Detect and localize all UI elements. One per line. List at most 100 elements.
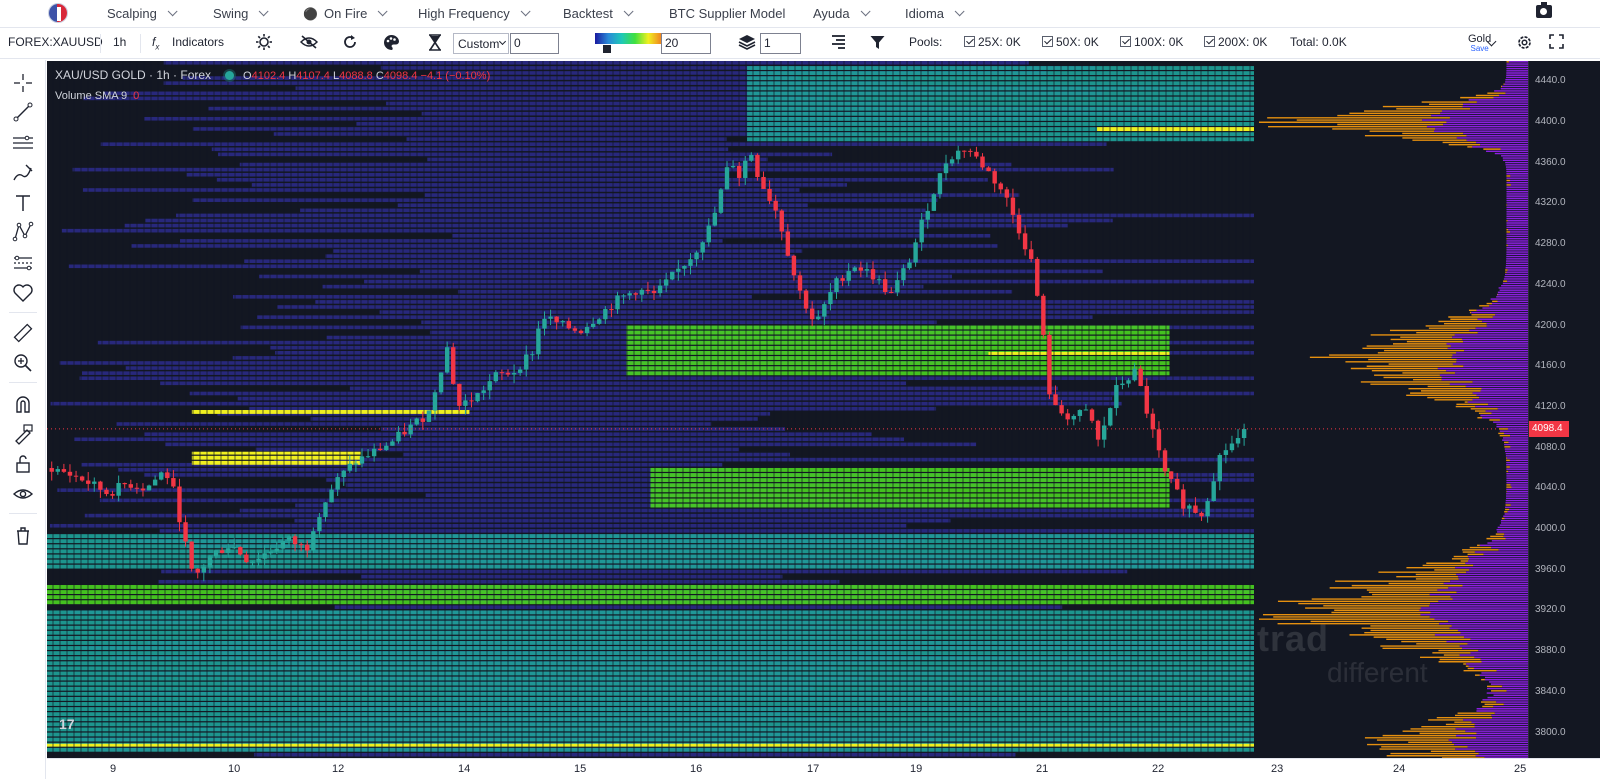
gear-icon[interactable] [1516, 34, 1533, 54]
candle-body [864, 269, 870, 271]
candle-body [152, 479, 158, 486]
pattern-icon[interactable] [12, 221, 34, 243]
menu-ayuda[interactable]: Ayuda [813, 6, 871, 21]
close-label: C [375, 70, 384, 82]
volume-legend[interactable]: Volume SMA 9 0 [55, 90, 139, 102]
time-tick-label: 25 [1514, 763, 1527, 775]
interval-button[interactable]: 1h [113, 35, 126, 49]
candle-body [86, 480, 91, 484]
indicators-button[interactable]: Indicators [172, 35, 224, 49]
candle-body [280, 541, 286, 549]
candle-body [116, 483, 121, 496]
palette-icon[interactable] [383, 34, 400, 54]
horizontal-lines-icon[interactable] [12, 132, 34, 154]
heatmap-band [650, 493, 1170, 498]
time-axis[interactable]: 9 10 12 14 15 16 17 19 21 22 23 24 25 [47, 758, 1600, 779]
candle-body [451, 347, 456, 384]
candle-body [1028, 249, 1034, 259]
candle-body [603, 309, 608, 320]
candle-body [426, 410, 432, 422]
price-tick-label: 4160.0 [1535, 360, 1566, 372]
candle-body [1199, 512, 1204, 517]
candle-body [1156, 429, 1162, 451]
candle-body [712, 212, 718, 226]
heatmap-row [232, 295, 752, 299]
hourglass-icon[interactable] [428, 34, 442, 54]
menu-on-fire[interactable]: ⚫ On Fire [303, 6, 388, 21]
heatmap-band [191, 455, 361, 460]
heart-icon[interactable] [12, 282, 34, 304]
pool-25x-checkbox[interactable]: 25X: 0K [964, 35, 1021, 49]
candle-body [396, 431, 401, 442]
preset-value-input[interactable]: 0 [510, 33, 559, 54]
heatmap-band [1097, 127, 1254, 132]
price-axis[interactable]: 4440.0 4400.0 4360.0 4320.0 4280.0 4240.0 4200… [1528, 61, 1600, 758]
pool-200x-checkbox[interactable]: 200X: 0K [1204, 35, 1267, 49]
candle-body [688, 259, 693, 266]
gradient-value-stepper[interactable]: 20 [661, 33, 711, 54]
pool-50x-checkbox[interactable]: 50X: 0K [1042, 35, 1099, 49]
function-icon: fx [152, 35, 160, 52]
candle-body [615, 295, 620, 310]
fullscreen-icon[interactable] [1549, 34, 1564, 52]
layers-icon[interactable] [738, 34, 756, 54]
hide-eye-icon[interactable] [299, 34, 319, 53]
forecast-icon[interactable] [12, 252, 34, 274]
filter-icon[interactable] [870, 35, 885, 53]
candle-body [590, 323, 596, 328]
candle-body [511, 372, 517, 375]
heatmap-row [186, 172, 726, 177]
chart-canvas[interactable]: XAU/USD GOLD · 1h · Forex O4102.4 H4107.4… [47, 61, 1528, 758]
menu-btc-supplier-model[interactable]: BTC Supplier Model [669, 6, 785, 21]
candle-body [943, 163, 949, 174]
heatmap-row [50, 401, 1122, 406]
camera-icon[interactable] [1536, 2, 1552, 18]
candle-body [578, 330, 584, 334]
candle-body [140, 488, 146, 491]
zoom-in-icon[interactable] [12, 352, 34, 374]
pool-100x-checkbox[interactable]: 100X: 0K [1120, 35, 1183, 49]
ruler-icon[interactable] [12, 322, 34, 344]
time-tick-label: 19 [910, 763, 923, 775]
tool-divider [9, 312, 37, 313]
candle-body [560, 321, 565, 323]
trend-line-icon[interactable] [12, 101, 34, 123]
lock-icon[interactable] [12, 453, 34, 475]
preset-select[interactable]: Custom [453, 33, 509, 54]
heatmap-row [315, 300, 1254, 304]
menu-scalping[interactable]: Scalping [107, 6, 178, 21]
symbol-search[interactable]: FOREX:XAUUSD [8, 35, 103, 49]
menu-backtest[interactable]: Backtest [563, 6, 634, 21]
align-right-icon[interactable] [830, 35, 846, 52]
layers-input[interactable]: 1 [760, 33, 801, 54]
text-icon[interactable] [12, 192, 34, 214]
menu-swing[interactable]: Swing [213, 6, 269, 21]
refresh-icon[interactable] [342, 34, 358, 53]
settings-sun-icon[interactable] [255, 33, 273, 54]
preset-select-value: Custom [458, 37, 500, 51]
pool-200x-label: 200X: 0K [1218, 35, 1268, 49]
candle-body [1181, 489, 1186, 509]
price-tick-label: 3840.0 [1535, 685, 1566, 697]
candle-body [779, 210, 784, 232]
menu-idioma[interactable]: Idioma [905, 6, 965, 21]
gradient-slider-handle[interactable] [603, 45, 611, 53]
brush-icon[interactable] [12, 162, 34, 184]
magnet-icon[interactable] [12, 393, 34, 415]
crosshair-icon[interactable] [12, 72, 34, 94]
candle-body [256, 558, 261, 562]
eye-icon[interactable] [12, 483, 34, 505]
app-logo[interactable] [48, 3, 68, 23]
candle-body [79, 476, 85, 481]
candle-body [1126, 380, 1131, 384]
heatmap-row [237, 396, 1113, 401]
tradingview-logo[interactable]: 17 [59, 716, 75, 732]
menu-high-frequency[interactable]: High Frequency [418, 6, 531, 21]
candle-body [694, 252, 699, 260]
fire-icon: ⚫ [303, 6, 318, 21]
candle-body [584, 327, 590, 334]
trash-icon[interactable] [12, 525, 34, 547]
lock-pencil-icon[interactable] [12, 423, 34, 445]
candle-body [517, 369, 523, 373]
candle-body [566, 321, 572, 329]
